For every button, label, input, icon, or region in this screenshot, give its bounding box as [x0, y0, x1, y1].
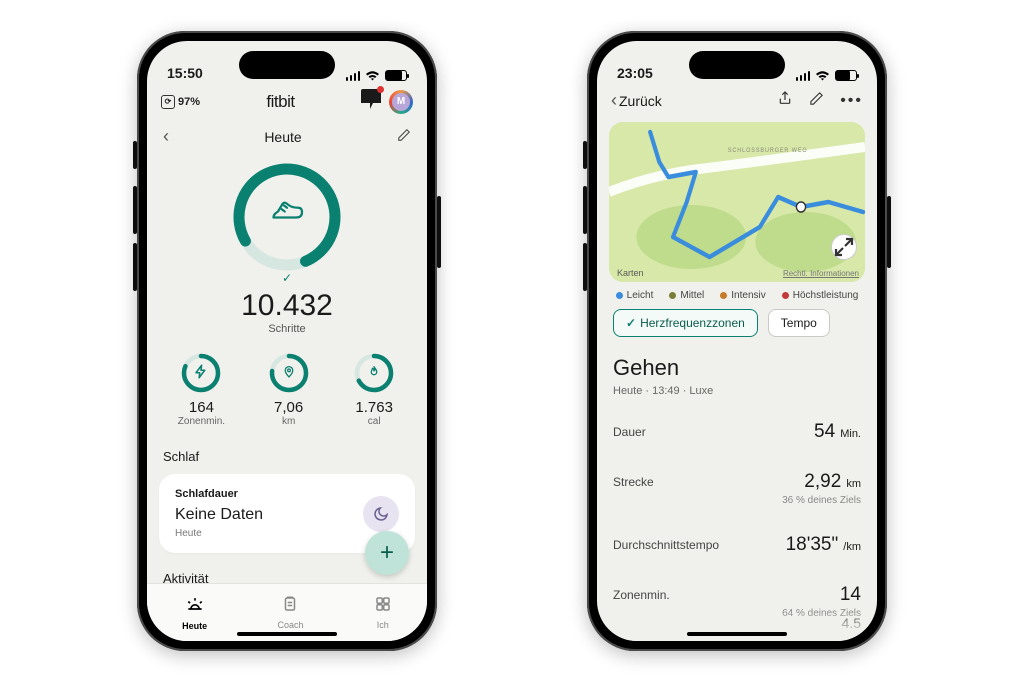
- steps-ring: [227, 157, 347, 277]
- add-fab[interactable]: +: [365, 531, 409, 575]
- wifi-icon: [365, 70, 380, 81]
- legend-hoechstleistung: Höchstleistung: [782, 290, 859, 301]
- chevron-left-icon: ‹: [611, 90, 617, 111]
- detail-nav: ‹ Zurück •••: [597, 83, 877, 116]
- stats-list: Dauer 54 Min. Strecke 2,92 km36 % deines…: [597, 407, 877, 633]
- metric-distance[interactable]: 7,06 km: [267, 351, 311, 427]
- cellular-icon: [796, 70, 811, 81]
- route-map[interactable]: SCHLOSSBURGER WEG Karten Rechtl. Informa…: [609, 122, 865, 282]
- tab-ich[interactable]: Ich: [374, 595, 392, 630]
- more-icon[interactable]: •••: [840, 92, 863, 110]
- metrics-row: 164 Zonenmin. 7,06 km 1.763: [147, 337, 427, 435]
- sleep-card-value: Keine Daten: [175, 506, 263, 524]
- battery-icon: [835, 70, 857, 81]
- edit-icon[interactable]: [397, 128, 411, 145]
- tab-heute[interactable]: Heute: [182, 594, 207, 631]
- profile-avatar[interactable]: M: [389, 90, 413, 114]
- status-time: 23:05: [617, 65, 653, 81]
- screen-home: 15:50 ⟳ 97% fitbit M: [147, 41, 427, 641]
- activity-subtitle: Heute · 13:49 · Luxe: [613, 385, 861, 397]
- home-indicator[interactable]: [237, 632, 337, 636]
- chevron-left-icon[interactable]: ‹: [163, 126, 169, 147]
- date-title: Heute: [264, 129, 301, 145]
- chip-hr-zones[interactable]: ✓Herzfrequenzzonen: [613, 309, 758, 337]
- app-header: ⟳ 97% fitbit M: [147, 83, 427, 116]
- hr-zone-legend: Leicht Mittel Intensiv Höchstleistung: [597, 282, 877, 307]
- activity-heading: Gehen Heute · 13:49 · Luxe: [597, 347, 877, 407]
- map-attribution: Karten: [615, 268, 644, 278]
- date-subheader: ‹ Heute: [147, 116, 427, 151]
- activity-title: Gehen: [613, 355, 861, 381]
- tab-bar: Heute Coach Ich: [147, 583, 427, 641]
- bolt-icon: [194, 364, 209, 382]
- row-dauer: Dauer 54 Min.: [613, 407, 861, 457]
- sunrise-icon: [185, 594, 205, 619]
- metric-zonemin[interactable]: 164 Zonenmin.: [178, 351, 225, 427]
- expand-map-icon[interactable]: [831, 234, 857, 260]
- sleep-card-subtitle: Schlafdauer: [175, 488, 263, 500]
- dynamic-island: [239, 51, 335, 79]
- row-tempo: Durchschnittstempo 18'35" /km: [613, 520, 861, 570]
- pin-icon: [282, 365, 295, 381]
- legend-mittel: Mittel: [669, 290, 704, 301]
- moon-icon[interactable]: [363, 496, 399, 532]
- messages-icon[interactable]: [361, 89, 381, 114]
- share-icon[interactable]: [777, 89, 793, 112]
- brand-title: fitbit: [266, 92, 294, 112]
- tab-coach[interactable]: Coach: [277, 595, 303, 630]
- sleep-section-title: Schlaf: [147, 435, 427, 470]
- dynamic-island: [689, 51, 785, 79]
- map-legal-link[interactable]: Rechtl. Informationen: [783, 269, 859, 278]
- legend-leicht: Leicht: [616, 290, 654, 301]
- phone-right: 23:05 ‹ Zurück •••: [587, 31, 887, 651]
- screen-mirror-badge[interactable]: ⟳ 97%: [161, 95, 200, 109]
- row-strecke: Strecke 2,92 km36 % deines Ziels: [613, 457, 861, 520]
- flame-icon: [368, 365, 381, 381]
- chip-tempo[interactable]: Tempo: [768, 309, 830, 337]
- battery-icon: [385, 70, 407, 81]
- steps-summary[interactable]: ✓ 10.432 Schritte: [147, 151, 427, 337]
- scroll-peek-value: 4.5: [842, 615, 861, 631]
- clipboard-icon: [281, 595, 299, 618]
- cellular-icon: [346, 70, 361, 81]
- grid-icon: [374, 595, 392, 618]
- row-zonenmin: Zonenmin. 1464 % deines Ziels: [613, 570, 861, 633]
- sleep-card-date: Heute: [175, 528, 263, 539]
- step-count: 10.432: [241, 289, 333, 323]
- legend-intensiv: Intensiv: [720, 290, 765, 301]
- screen-activity: 23:05 ‹ Zurück •••: [597, 41, 877, 641]
- back-button[interactable]: ‹ Zurück: [611, 90, 662, 111]
- road-label: SCHLOSSBURGER WEG: [728, 148, 808, 154]
- edit-icon[interactable]: [809, 91, 824, 111]
- metric-calories[interactable]: 1.763 cal: [352, 351, 396, 427]
- status-time: 15:50: [167, 65, 203, 81]
- wifi-icon: [815, 70, 830, 81]
- shoe-icon: [269, 195, 305, 239]
- phone-left: 15:50 ⟳ 97% fitbit M: [137, 31, 437, 651]
- chip-bar: ✓Herzfrequenzzonen Tempo: [597, 307, 877, 347]
- step-label: Schritte: [268, 323, 305, 335]
- home-indicator[interactable]: [687, 632, 787, 636]
